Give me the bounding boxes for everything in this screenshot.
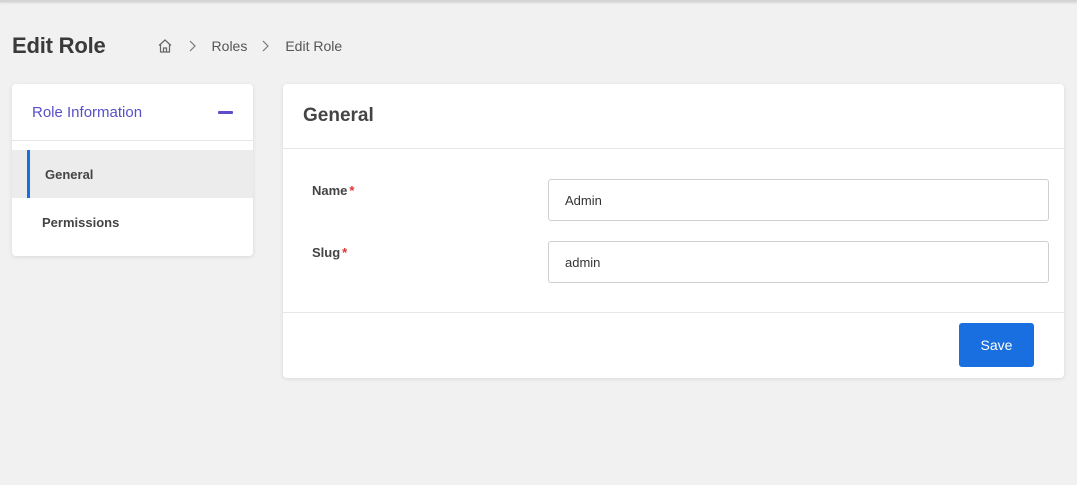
form-body: Name* Slug* xyxy=(283,149,1064,313)
side-menu: General Permissions xyxy=(12,141,253,246)
required-mark: * xyxy=(349,183,354,198)
card-title: General xyxy=(303,105,374,127)
name-input[interactable] xyxy=(548,179,1049,221)
sidebar-item-general[interactable]: General xyxy=(12,150,253,198)
sidebar-item-permissions[interactable]: Permissions xyxy=(12,198,253,246)
chevron-right-icon xyxy=(188,40,198,52)
page-header: Edit Role Roles Edit Role xyxy=(12,30,342,62)
top-border xyxy=(0,0,1077,2)
required-mark: * xyxy=(342,245,347,260)
card-footer: Save xyxy=(283,313,1064,377)
card-header: General xyxy=(283,84,1064,149)
minus-icon[interactable] xyxy=(218,111,233,114)
slug-label: Slug* xyxy=(312,245,347,260)
home-icon[interactable] xyxy=(156,37,174,55)
role-information-panel: Role Information General Permissions xyxy=(12,84,253,256)
breadcrumb-current: Edit Role xyxy=(285,38,342,54)
breadcrumb: Roles Edit Role xyxy=(156,37,343,55)
chevron-right-icon xyxy=(261,40,271,52)
breadcrumb-roles-link[interactable]: Roles xyxy=(212,38,248,54)
name-label: Name* xyxy=(312,183,354,198)
save-button[interactable]: Save xyxy=(959,323,1034,367)
page-title: Edit Role xyxy=(12,33,106,59)
slug-input[interactable] xyxy=(548,241,1049,283)
role-information-header[interactable]: Role Information xyxy=(12,84,253,141)
general-form-card: General Name* Slug* Save xyxy=(283,84,1064,378)
role-information-title: Role Information xyxy=(32,104,142,121)
